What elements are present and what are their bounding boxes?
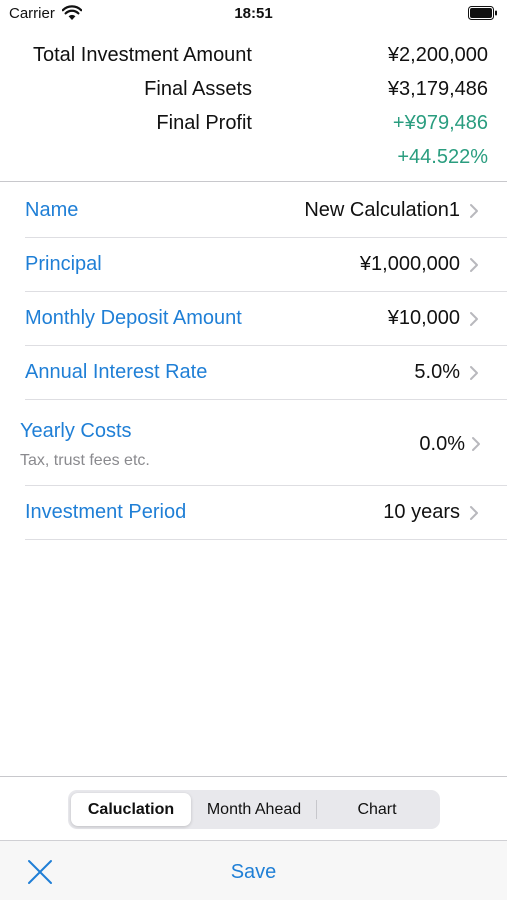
chevron-right-icon (470, 506, 478, 520)
yearly-costs-label: Yearly Costs (20, 420, 132, 442)
principal-value: ¥1,000,000 (359, 253, 460, 275)
annual-interest-rate-value: 5.0% (414, 361, 460, 383)
summary-divider (0, 181, 507, 182)
yearly-costs-row[interactable]: Yearly Costs Tax, trust fees etc. 0.0% (20, 400, 507, 486)
clock: 18:51 (234, 5, 273, 22)
investment-period-row[interactable]: Investment Period 10 years (25, 486, 507, 540)
chevron-right-icon (470, 204, 478, 218)
segment-calculation[interactable]: Caluclation (71, 793, 191, 826)
final-profit-percent: +44.522% (397, 146, 488, 168)
summary-panel: Total Investment Amount ¥2,200,000 Final… (0, 40, 507, 176)
segment-month-ahead[interactable]: Month Ahead (194, 793, 314, 826)
final-profit-value: +¥979,486 (392, 112, 488, 134)
view-segmented-control: Caluclation Month Ahead Chart (68, 790, 440, 829)
name-label: Name (25, 199, 79, 221)
yearly-costs-sublabel: Tax, trust fees etc. (20, 452, 150, 469)
monthly-deposit-value: ¥10,000 (387, 307, 460, 329)
save-button[interactable]: Save (231, 861, 277, 884)
investment-period-label: Investment Period (25, 501, 187, 523)
summary-final-profit-percent: +44.522% (0, 142, 507, 176)
segment-bar: Caluclation Month Ahead Chart (0, 777, 507, 840)
final-profit-label: Final Profit (156, 112, 252, 134)
status-bar: Carrier 18:51 (0, 0, 507, 30)
total-investment-label: Total Investment Amount (32, 44, 252, 66)
chevron-right-icon (470, 258, 478, 272)
monthly-deposit-label: Monthly Deposit Amount (25, 307, 242, 329)
segment-chart[interactable]: Chart (317, 793, 437, 826)
annual-interest-rate-row[interactable]: Annual Interest Rate 5.0% (25, 346, 507, 400)
settings-list: Name New Calculation1 Principal ¥1,000,0… (0, 184, 507, 540)
final-assets-value: ¥3,179,486 (387, 78, 488, 100)
total-investment-value: ¥2,200,000 (387, 44, 488, 66)
summary-total-investment: Total Investment Amount ¥2,200,000 (0, 40, 507, 74)
chevron-right-icon (470, 312, 478, 326)
save-button-wrap: Save (0, 861, 507, 884)
yearly-costs-value: 0.0% (419, 433, 465, 455)
monthly-deposit-row[interactable]: Monthly Deposit Amount ¥10,000 (25, 292, 507, 346)
name-row[interactable]: Name New Calculation1 (25, 184, 507, 238)
name-value: New Calculation1 (304, 199, 460, 221)
annual-interest-rate-label: Annual Interest Rate (25, 361, 208, 383)
principal-label: Principal (25, 253, 102, 275)
principal-row[interactable]: Principal ¥1,000,000 (25, 238, 507, 292)
battery-icon (468, 6, 497, 20)
bottom-toolbar: Save (0, 840, 507, 900)
summary-final-assets: Final Assets ¥3,179,486 (0, 74, 507, 108)
summary-final-profit: Final Profit +¥979,486 (0, 108, 507, 142)
investment-period-value: 10 years (383, 501, 460, 523)
final-assets-label: Final Assets (144, 78, 252, 100)
chevron-right-icon (472, 437, 480, 451)
chevron-right-icon (470, 366, 478, 380)
